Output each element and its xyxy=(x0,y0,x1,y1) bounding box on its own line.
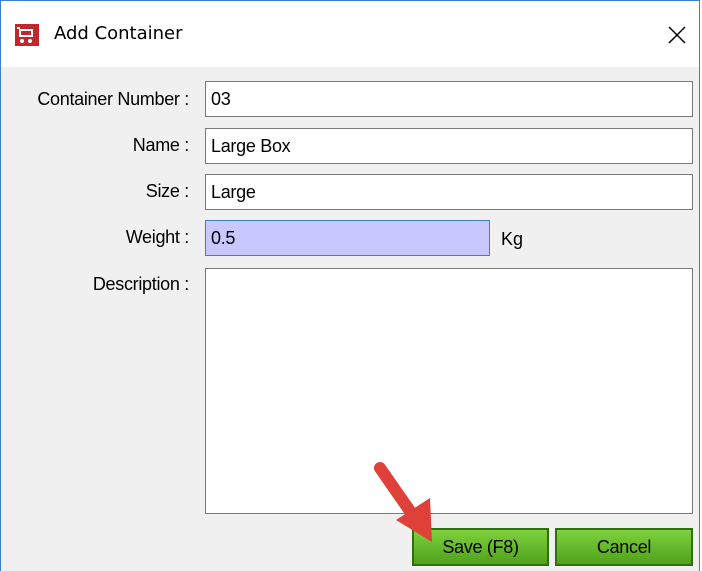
cancel-button[interactable]: Cancel xyxy=(555,528,693,566)
weight-label: Weight : xyxy=(125,227,190,247)
name-input[interactable]: Large Box xyxy=(205,128,693,164)
container-number-input[interactable]: 03 xyxy=(205,81,693,117)
weight-input[interactable]: 0.5 xyxy=(205,220,490,256)
dialog-body: Container Number : 03 Name : Large Box S… xyxy=(1,67,699,571)
close-button[interactable] xyxy=(655,15,699,55)
description-textarea[interactable] xyxy=(205,268,693,514)
weight-unit-label: Kg xyxy=(501,229,524,249)
shopping-cart-icon xyxy=(15,24,39,46)
close-icon xyxy=(668,26,686,44)
name-label: Name : xyxy=(132,135,190,155)
size-label: Size : xyxy=(145,181,190,201)
dialog-title: Add Container xyxy=(54,23,183,44)
title-bar: Add Container xyxy=(1,1,699,67)
add-container-dialog: Add Container Container Number : 03 Name… xyxy=(0,0,700,571)
description-label: Description : xyxy=(92,274,189,294)
save-button[interactable]: Save (F8) xyxy=(412,528,549,566)
container-number-label: Container Number : xyxy=(37,89,189,109)
size-input[interactable]: Large xyxy=(205,174,693,210)
